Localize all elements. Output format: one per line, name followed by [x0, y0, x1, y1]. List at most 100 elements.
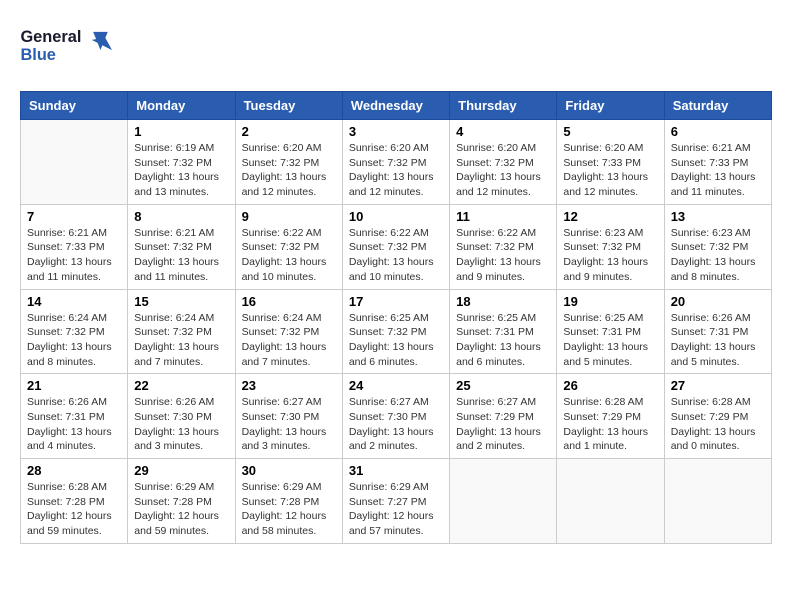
calendar-cell: 23 Sunrise: 6:27 AM Sunset: 7:30 PM Dayli… [235, 374, 342, 459]
calendar-cell: 25 Sunrise: 6:27 AM Sunset: 7:29 PM Dayli… [450, 374, 557, 459]
calendar-cell: 21Sunrise: 6:26 AM Sunset: 7:31 PM Dayli… [21, 374, 128, 459]
calendar-cell [21, 120, 128, 205]
day-number: 16 [242, 294, 336, 309]
day-info: Sunrise: 6:20 AM Sunset: 7:32 PM Dayligh… [349, 141, 443, 200]
day-number: 12 [563, 209, 657, 224]
day-number: 25 [456, 378, 550, 393]
day-info: Sunrise: 6:27 AM Sunset: 7:30 PM Dayligh… [242, 395, 336, 454]
day-info: Sunrise: 6:20 AM Sunset: 7:32 PM Dayligh… [242, 141, 336, 200]
calendar-cell: 31 Sunrise: 6:29 AM Sunset: 7:27 PM Dayli… [342, 459, 449, 544]
day-of-week-header: Tuesday [235, 92, 342, 120]
calendar-cell: 28 Sunrise: 6:28 AM Sunset: 7:28 PM Dayli… [21, 459, 128, 544]
day-info: Sunrise: 6:22 AM Sunset: 7:32 PM Dayligh… [456, 226, 550, 285]
day-number: 29 [134, 463, 228, 478]
day-number: 13 [671, 209, 765, 224]
calendar-cell: 20 Sunrise: 6:26 AM Sunset: 7:31 PM Dayli… [664, 289, 771, 374]
day-info: Sunrise: 6:21 AM Sunset: 7:33 PM Dayligh… [27, 226, 121, 285]
calendar-week-row: 14 Sunrise: 6:24 AM Sunset: 7:32 PM Dayli… [21, 289, 772, 374]
day-of-week-header: Friday [557, 92, 664, 120]
calendar-cell: 14 Sunrise: 6:24 AM Sunset: 7:32 PM Dayli… [21, 289, 128, 374]
calendar-cell: 12 Sunrise: 6:23 AM Sunset: 7:32 PM Dayli… [557, 204, 664, 289]
day-number: 10 [349, 209, 443, 224]
calendar-cell: 8Sunrise: 6:21 AM Sunset: 7:32 PM Daylig… [128, 204, 235, 289]
calendar-cell: 5 Sunrise: 6:20 AM Sunset: 7:33 PM Daylig… [557, 120, 664, 205]
calendar-cell [664, 459, 771, 544]
page-header: General Blue [20, 20, 772, 75]
day-info: Sunrise: 6:22 AM Sunset: 7:32 PM Dayligh… [349, 226, 443, 285]
day-number: 18 [456, 294, 550, 309]
day-info: Sunrise: 6:20 AM Sunset: 7:33 PM Dayligh… [563, 141, 657, 200]
day-number: 23 [242, 378, 336, 393]
day-info: Sunrise: 6:25 AM Sunset: 7:31 PM Dayligh… [563, 311, 657, 370]
calendar-cell: 26Sunrise: 6:28 AM Sunset: 7:29 PM Dayli… [557, 374, 664, 459]
calendar-cell [557, 459, 664, 544]
day-info: Sunrise: 6:19 AM Sunset: 7:32 PM Dayligh… [134, 141, 228, 200]
calendar-cell: 19 Sunrise: 6:25 AM Sunset: 7:31 PM Dayli… [557, 289, 664, 374]
day-info: Sunrise: 6:26 AM Sunset: 7:31 PM Dayligh… [671, 311, 765, 370]
day-number: 15 [134, 294, 228, 309]
calendar-header-row: SundayMondayTuesdayWednesdayThursdayFrid… [21, 92, 772, 120]
calendar-cell: 11 Sunrise: 6:22 AM Sunset: 7:32 PM Dayli… [450, 204, 557, 289]
day-info: Sunrise: 6:22 AM Sunset: 7:32 PM Dayligh… [242, 226, 336, 285]
day-info: Sunrise: 6:25 AM Sunset: 7:31 PM Dayligh… [456, 311, 550, 370]
day-info: Sunrise: 6:24 AM Sunset: 7:32 PM Dayligh… [134, 311, 228, 370]
day-number: 5 [563, 124, 657, 139]
day-info: Sunrise: 6:24 AM Sunset: 7:32 PM Dayligh… [242, 311, 336, 370]
calendar-week-row: 21Sunrise: 6:26 AM Sunset: 7:31 PM Dayli… [21, 374, 772, 459]
day-info: Sunrise: 6:29 AM Sunset: 7:27 PM Dayligh… [349, 480, 443, 539]
day-info: Sunrise: 6:24 AM Sunset: 7:32 PM Dayligh… [27, 311, 121, 370]
calendar-cell: 15 Sunrise: 6:24 AM Sunset: 7:32 PM Dayli… [128, 289, 235, 374]
calendar-cell: 30 Sunrise: 6:29 AM Sunset: 7:28 PM Dayli… [235, 459, 342, 544]
day-of-week-header: Wednesday [342, 92, 449, 120]
day-number: 21 [27, 378, 121, 393]
calendar-cell: 3Sunrise: 6:20 AM Sunset: 7:32 PM Daylig… [342, 120, 449, 205]
day-number: 19 [563, 294, 657, 309]
calendar-cell: 22 Sunrise: 6:26 AM Sunset: 7:30 PM Dayli… [128, 374, 235, 459]
day-number: 11 [456, 209, 550, 224]
day-number: 2 [242, 124, 336, 139]
calendar-week-row: 7Sunrise: 6:21 AM Sunset: 7:33 PM Daylig… [21, 204, 772, 289]
day-of-week-header: Saturday [664, 92, 771, 120]
day-number: 9 [242, 209, 336, 224]
calendar-cell: 1 Sunrise: 6:19 AM Sunset: 7:32 PM Daylig… [128, 120, 235, 205]
logo-svg: General Blue [20, 20, 130, 70]
calendar-cell: 17Sunrise: 6:25 AM Sunset: 7:32 PM Dayli… [342, 289, 449, 374]
calendar-cell: 18 Sunrise: 6:25 AM Sunset: 7:31 PM Dayli… [450, 289, 557, 374]
day-number: 26 [563, 378, 657, 393]
calendar-cell: 16 Sunrise: 6:24 AM Sunset: 7:32 PM Dayli… [235, 289, 342, 374]
day-number: 24 [349, 378, 443, 393]
day-of-week-header: Sunday [21, 92, 128, 120]
day-number: 28 [27, 463, 121, 478]
day-info: Sunrise: 6:28 AM Sunset: 7:28 PM Dayligh… [27, 480, 121, 539]
calendar-week-row: 1 Sunrise: 6:19 AM Sunset: 7:32 PM Daylig… [21, 120, 772, 205]
day-info: Sunrise: 6:23 AM Sunset: 7:32 PM Dayligh… [671, 226, 765, 285]
day-number: 31 [349, 463, 443, 478]
day-info: Sunrise: 6:21 AM Sunset: 7:33 PM Dayligh… [671, 141, 765, 200]
calendar-cell: 27Sunrise: 6:28 AM Sunset: 7:29 PM Dayli… [664, 374, 771, 459]
day-info: Sunrise: 6:29 AM Sunset: 7:28 PM Dayligh… [242, 480, 336, 539]
calendar-cell: 13 Sunrise: 6:23 AM Sunset: 7:32 PM Dayli… [664, 204, 771, 289]
day-number: 27 [671, 378, 765, 393]
calendar-cell: 6Sunrise: 6:21 AM Sunset: 7:33 PM Daylig… [664, 120, 771, 205]
day-number: 22 [134, 378, 228, 393]
day-of-week-header: Monday [128, 92, 235, 120]
calendar-cell: 4Sunrise: 6:20 AM Sunset: 7:32 PM Daylig… [450, 120, 557, 205]
day-info: Sunrise: 6:20 AM Sunset: 7:32 PM Dayligh… [456, 141, 550, 200]
day-number: 1 [134, 124, 228, 139]
svg-text:General: General [20, 28, 81, 46]
calendar-cell: 9 Sunrise: 6:22 AM Sunset: 7:32 PM Daylig… [235, 204, 342, 289]
day-number: 14 [27, 294, 121, 309]
day-number: 30 [242, 463, 336, 478]
day-info: Sunrise: 6:25 AM Sunset: 7:32 PM Dayligh… [349, 311, 443, 370]
day-info: Sunrise: 6:27 AM Sunset: 7:29 PM Dayligh… [456, 395, 550, 454]
day-info: Sunrise: 6:29 AM Sunset: 7:28 PM Dayligh… [134, 480, 228, 539]
calendar-cell: 29 Sunrise: 6:29 AM Sunset: 7:28 PM Dayli… [128, 459, 235, 544]
day-number: 20 [671, 294, 765, 309]
calendar-cell: 24Sunrise: 6:27 AM Sunset: 7:30 PM Dayli… [342, 374, 449, 459]
calendar-cell: 7Sunrise: 6:21 AM Sunset: 7:33 PM Daylig… [21, 204, 128, 289]
day-number: 8 [134, 209, 228, 224]
calendar-table: SundayMondayTuesdayWednesdayThursdayFrid… [20, 91, 772, 544]
day-info: Sunrise: 6:23 AM Sunset: 7:32 PM Dayligh… [563, 226, 657, 285]
day-info: Sunrise: 6:26 AM Sunset: 7:30 PM Dayligh… [134, 395, 228, 454]
calendar-cell: 10 Sunrise: 6:22 AM Sunset: 7:32 PM Dayli… [342, 204, 449, 289]
